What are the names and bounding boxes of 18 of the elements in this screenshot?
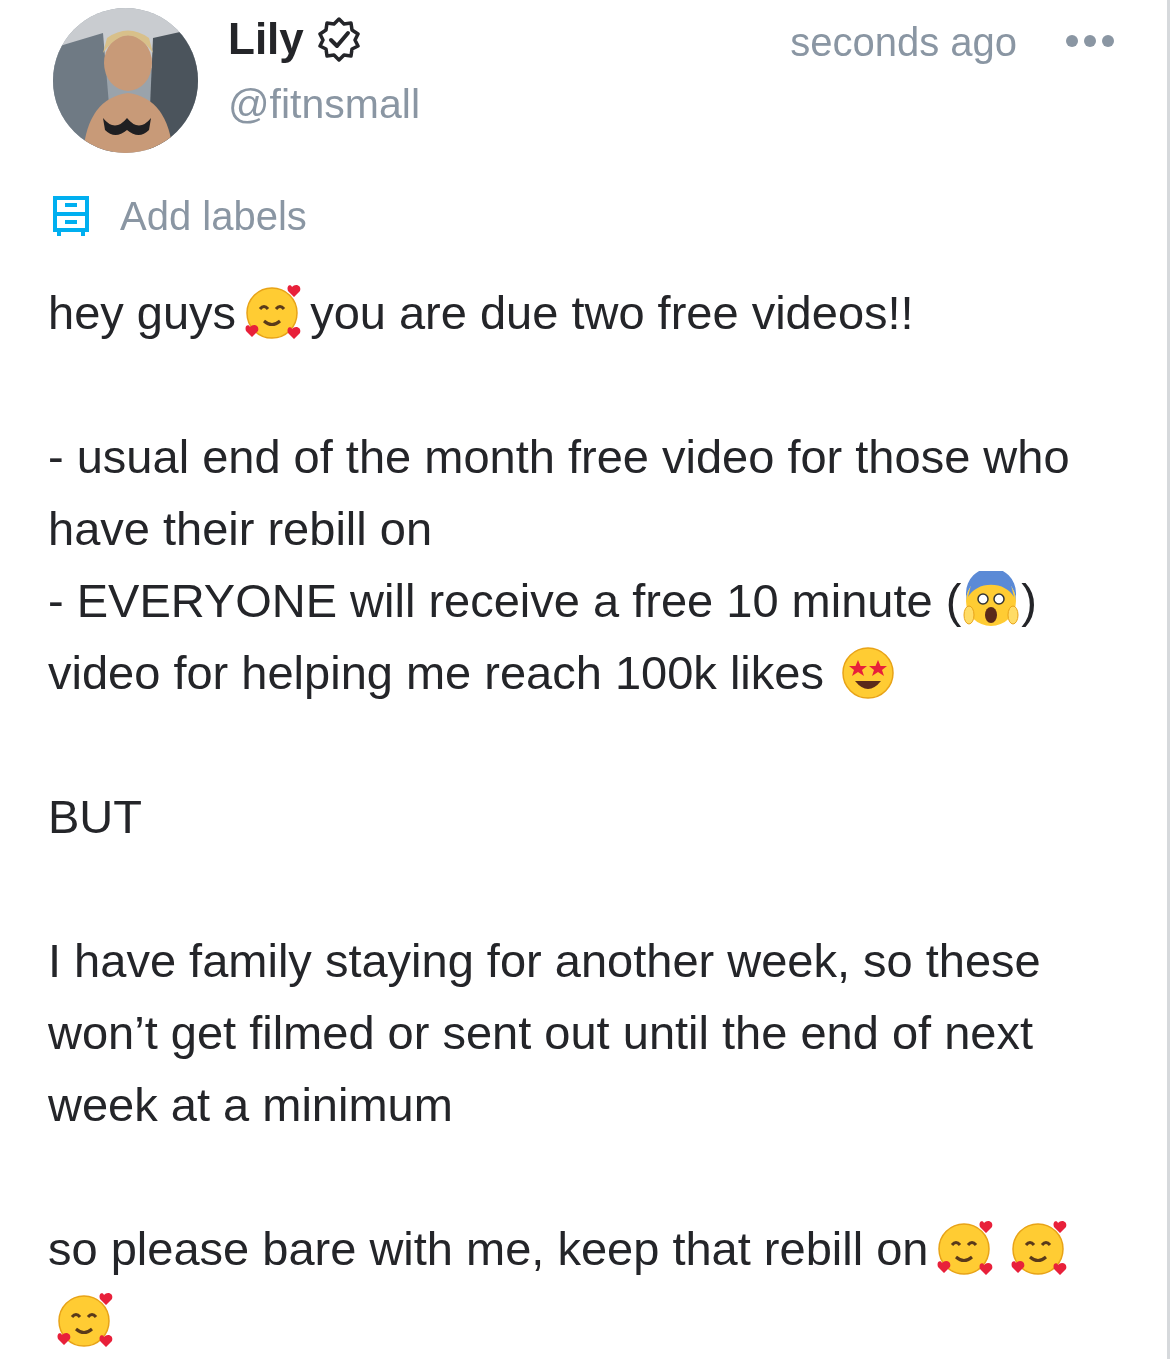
post-text: hey guys — [48, 284, 237, 341]
add-labels-link[interactable]: Add labels — [120, 196, 307, 236]
more-options-icon[interactable] — [1065, 34, 1115, 48]
author-handle[interactable]: @fitnsmall — [228, 84, 420, 125]
post-text: week at a minimum — [48, 1076, 453, 1133]
post-text: ) — [1021, 572, 1037, 629]
post-text: you are due two free videos!! — [310, 284, 914, 341]
label-icon[interactable] — [52, 195, 90, 237]
post-text: - EVERYONE will receive a free 10 minute ( — [48, 572, 962, 629]
post-text: I have family staying for another week, so these — [48, 932, 1041, 989]
post-text: so please bare with me, keep that rebill on — [48, 1220, 929, 1277]
post-text: BUT — [48, 788, 142, 845]
post-text: have their rebill on — [48, 500, 433, 557]
post-text: video for helping me reach 100k likes — [48, 644, 824, 701]
author-name[interactable]: Lily — [228, 17, 304, 61]
post-time: seconds ago — [790, 22, 1017, 62]
post-text: won’t get filmed or sent out until the end of next — [48, 1004, 1033, 1061]
post-text: - usual end of the month free video for those who — [48, 428, 1070, 485]
